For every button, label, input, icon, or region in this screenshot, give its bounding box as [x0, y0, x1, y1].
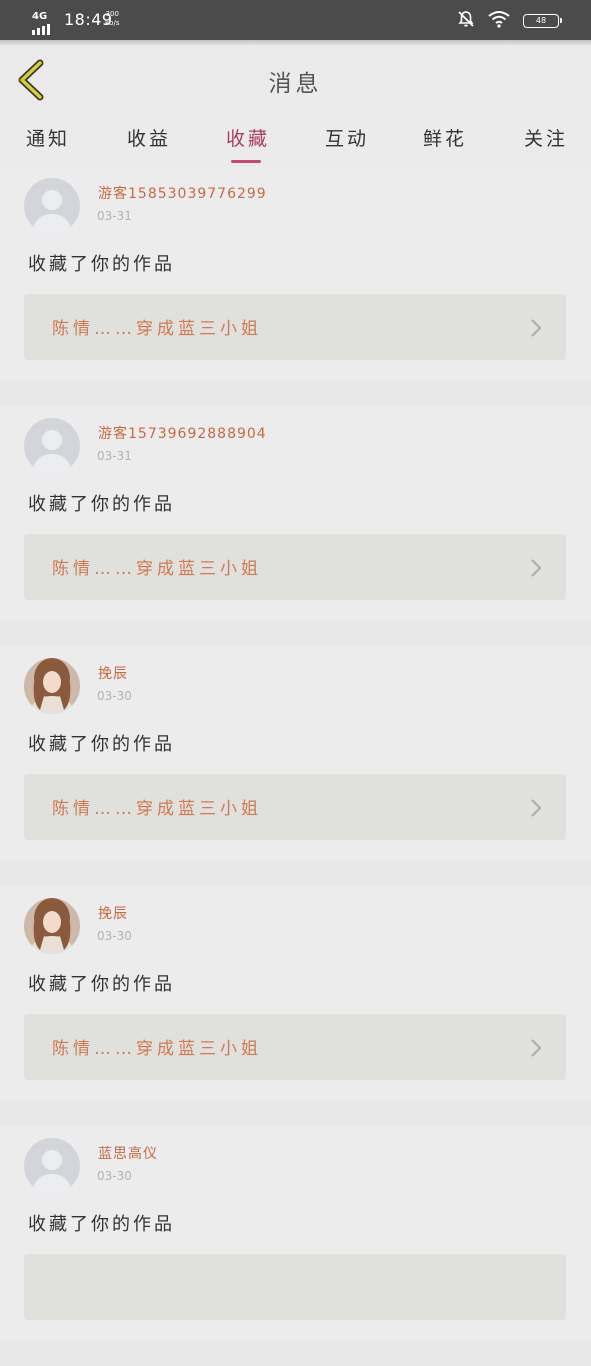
work-link[interactable]: 陈情……穿成蓝三小姐 [24, 774, 566, 840]
date: 03-30 [97, 929, 132, 943]
mute-icon [457, 10, 475, 32]
default-avatar-icon[interactable] [24, 178, 80, 234]
chevron-right-icon [530, 1038, 542, 1062]
list-item: 挽辰 03-30 收藏了你的作品 陈情……穿成蓝三小姐 [0, 886, 591, 1100]
tab-flowers[interactable]: 鲜花 [423, 124, 467, 151]
network-speed: 300 kb/s [105, 10, 120, 28]
tab-notifications[interactable]: 通知 [26, 124, 70, 151]
tab-follows[interactable]: 关注 [524, 124, 568, 151]
username[interactable]: 游客15853039776299 [98, 183, 267, 203]
tab-interactions[interactable]: 互动 [325, 124, 369, 151]
chevron-right-icon [530, 558, 542, 582]
chevron-right-icon [530, 318, 542, 342]
header-shadow [0, 40, 591, 46]
speed-unit: kb/s [105, 19, 120, 27]
date: 03-30 [97, 1169, 132, 1183]
work-link[interactable]: 陈情……穿成蓝三小姐 [24, 294, 566, 360]
work-title: 陈情……穿成蓝三小姐 [52, 319, 262, 339]
tab-earnings[interactable]: 收益 [127, 124, 171, 151]
speed-value: 300 [105, 10, 119, 18]
list-item: 游客15739692888904 03-31 收藏了你的作品 陈情……穿成蓝三小… [0, 406, 591, 620]
list-item: 游客15853039776299 03-31 收藏了你的作品 陈情……穿成蓝三小… [0, 166, 591, 380]
work-link[interactable]: 陈情……穿成蓝三小姐 [24, 1014, 566, 1080]
tab-bar: 通知 收益 收藏 互动 鲜花 关注 [0, 118, 591, 166]
username[interactable]: 挽辰 [98, 903, 128, 923]
status-right: 48 [457, 10, 562, 32]
default-avatar-icon[interactable] [24, 1138, 80, 1194]
action-text: 收藏了你的作品 [28, 1214, 175, 1235]
action-text: 收藏了你的作品 [28, 494, 175, 515]
work-title: 陈情……穿成蓝三小姐 [52, 799, 262, 819]
username[interactable]: 挽辰 [98, 663, 128, 683]
photo-avatar[interactable] [24, 658, 80, 714]
page-title: 消息 [268, 71, 323, 97]
action-text: 收藏了你的作品 [28, 734, 175, 755]
chevron-right-icon [530, 798, 542, 822]
message-list: 游客15853039776299 03-31 收藏了你的作品 陈情……穿成蓝三小… [0, 166, 591, 1366]
battery-level: 48 [535, 16, 547, 25]
network-type: 4G [32, 11, 48, 22]
date: 03-31 [97, 449, 132, 463]
work-title: 陈情……穿成蓝三小姐 [52, 1039, 262, 1059]
signal-icon [32, 24, 50, 35]
photo-avatar[interactable] [24, 898, 80, 954]
username[interactable]: 游客15739692888904 [98, 423, 267, 443]
list-item: 蓝思高仪 03-30 收藏了你的作品 [0, 1126, 591, 1340]
list-item: 挽辰 03-30 收藏了你的作品 陈情……穿成蓝三小姐 [0, 646, 591, 860]
work-link[interactable]: 陈情……穿成蓝三小姐 [24, 534, 566, 600]
work-link[interactable] [24, 1254, 566, 1320]
battery-icon: 48 [523, 14, 562, 28]
default-avatar-icon[interactable] [24, 418, 80, 474]
username[interactable]: 蓝思高仪 [98, 1143, 158, 1163]
action-text: 收藏了你的作品 [28, 974, 175, 995]
date: 03-31 [97, 209, 132, 223]
active-tab-indicator [231, 160, 261, 163]
status-bar: 4G 18:49 300 kb/s 48 [0, 0, 591, 40]
tab-favorites[interactable]: 收藏 [226, 124, 270, 151]
wifi-icon [487, 10, 511, 32]
app-header: 消息 [0, 40, 591, 118]
date: 03-30 [97, 689, 132, 703]
action-text: 收藏了你的作品 [28, 254, 175, 275]
work-title: 陈情……穿成蓝三小姐 [52, 559, 262, 579]
